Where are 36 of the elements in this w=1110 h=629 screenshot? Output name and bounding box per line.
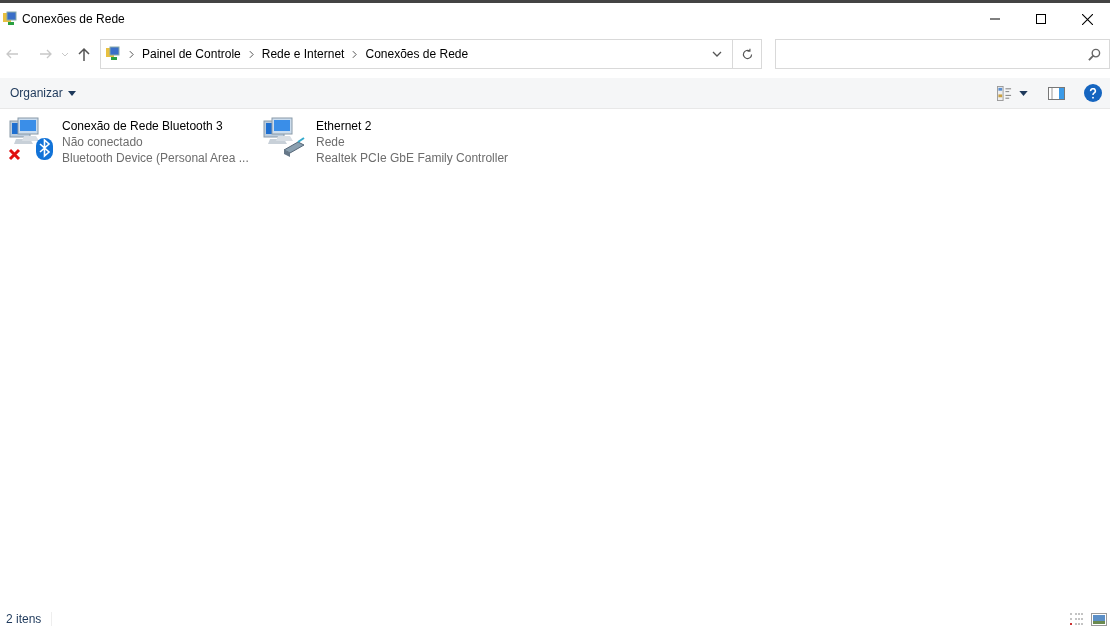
dropdown-caret-icon[interactable] — [712, 49, 723, 59]
chevron-icon — [352, 50, 358, 58]
network-folder-icon — [2, 11, 18, 27]
connection-name: Ethernet 2 — [316, 118, 373, 134]
preview-pane-button[interactable] — [1048, 86, 1065, 100]
caret-icon — [67, 90, 76, 96]
connection-item[interactable]: Conexão de Rede Bluetooth 3 Não conectado Bluetooth Device (Personal Area ... — [8, 117, 256, 166]
adapter-name: Bluetooth Device (Personal Area ... — [62, 150, 249, 166]
search-field[interactable] — [774, 39, 1110, 69]
large-icons-view-button[interactable] — [1091, 612, 1107, 626]
breadcrumb-item[interactable]: Rede e Internet — [261, 45, 345, 63]
search-icon — [1088, 47, 1101, 61]
change-view-button[interactable] — [997, 85, 1028, 101]
connection-name: Conexão de Rede Bluetooth 3 — [62, 118, 224, 134]
network-folder-icon — [105, 46, 121, 62]
up-button[interactable] — [76, 46, 92, 62]
chevron-icon — [129, 50, 134, 58]
chevron-icon — [248, 50, 254, 58]
item-count: 2 itens — [6, 611, 42, 628]
help-icon — [1089, 87, 1097, 99]
address-bar[interactable]: Painel de Controle Rede e Internet Conexões de Rede — [100, 39, 734, 69]
connection-status: Não conectado — [62, 134, 144, 150]
adapter-name: Realtek PCIe GbE Family Controller — [316, 150, 509, 166]
connection-status: Rede — [316, 134, 346, 150]
breadcrumb-item[interactable]: Conexões de Rede — [365, 45, 469, 63]
refresh-button[interactable] — [732, 39, 762, 69]
window-title: Conexões de Rede — [22, 11, 125, 28]
close-icon — [1081, 13, 1093, 25]
refresh-icon — [740, 47, 754, 61]
breadcrumb-item[interactable]: Painel de Controle — [142, 45, 241, 63]
organize-menu[interactable]: Organizar — [10, 84, 76, 102]
view-options-icon — [997, 85, 1012, 101]
help-button[interactable] — [1084, 84, 1102, 102]
connection-item[interactable]: Ethernet 2 Rede Realtek PCIe GbE Family Controller — [262, 117, 510, 166]
caret-icon — [1019, 90, 1028, 96]
maximize-icon — [1036, 14, 1046, 24]
